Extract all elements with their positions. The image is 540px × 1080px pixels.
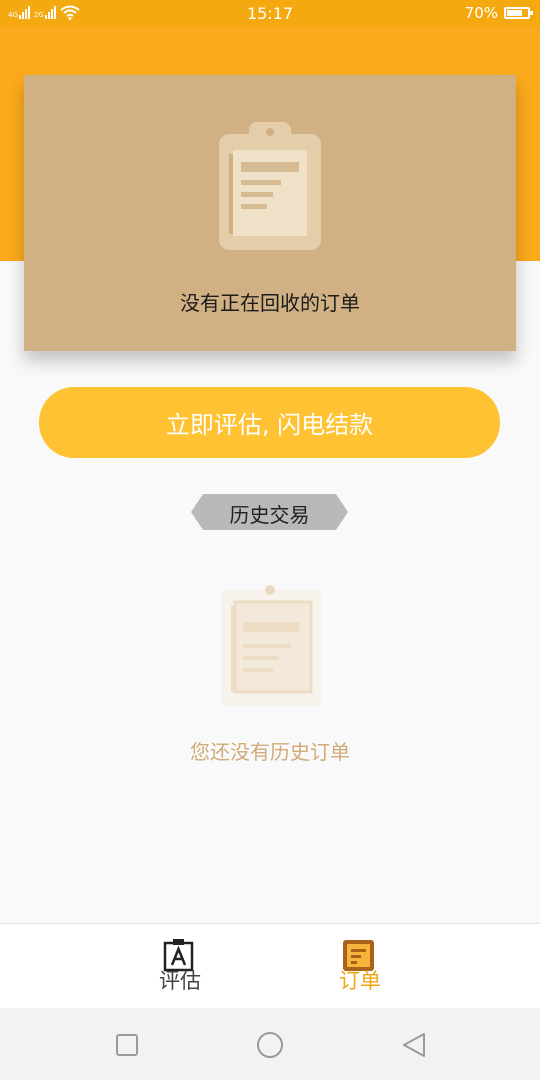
battery-percent: 70% [464, 4, 498, 22]
current-orders-card: 没有正在回收的订单 [24, 75, 516, 351]
back-icon[interactable] [400, 1030, 430, 1060]
status-battery-group: 70% [464, 4, 533, 22]
recent-apps-icon[interactable] [112, 1030, 142, 1060]
tab-estimate-label: 评估 [159, 969, 201, 993]
system-nav-bar [0, 1008, 540, 1080]
clipboard-icon [219, 122, 321, 250]
history-empty-message: 您还没有历史订单 [190, 740, 350, 764]
current-orders-empty-message: 没有正在回收的订单 [180, 291, 360, 315]
bottom-tab-bar: 评估 订单 [0, 923, 540, 1008]
battery-icon [504, 7, 533, 19]
history-tag-label: 历史交易 [229, 503, 310, 527]
battery-fill [507, 10, 523, 16]
tab-orders-label: 订单 [339, 969, 381, 993]
tab-estimate[interactable]: 评估 [120, 924, 240, 1008]
clipboard-icon [221, 585, 321, 706]
status-time: 15:17 [246, 4, 294, 23]
tab-orders[interactable]: 订单 [300, 924, 420, 1008]
history-tag: 历史交易 [191, 494, 348, 530]
start-evaluation-button[interactable]: 立即评估, 闪电结款 [39, 387, 500, 458]
status-bar: 4G 2G 15:17 70% [0, 0, 540, 27]
home-icon[interactable] [255, 1030, 285, 1060]
